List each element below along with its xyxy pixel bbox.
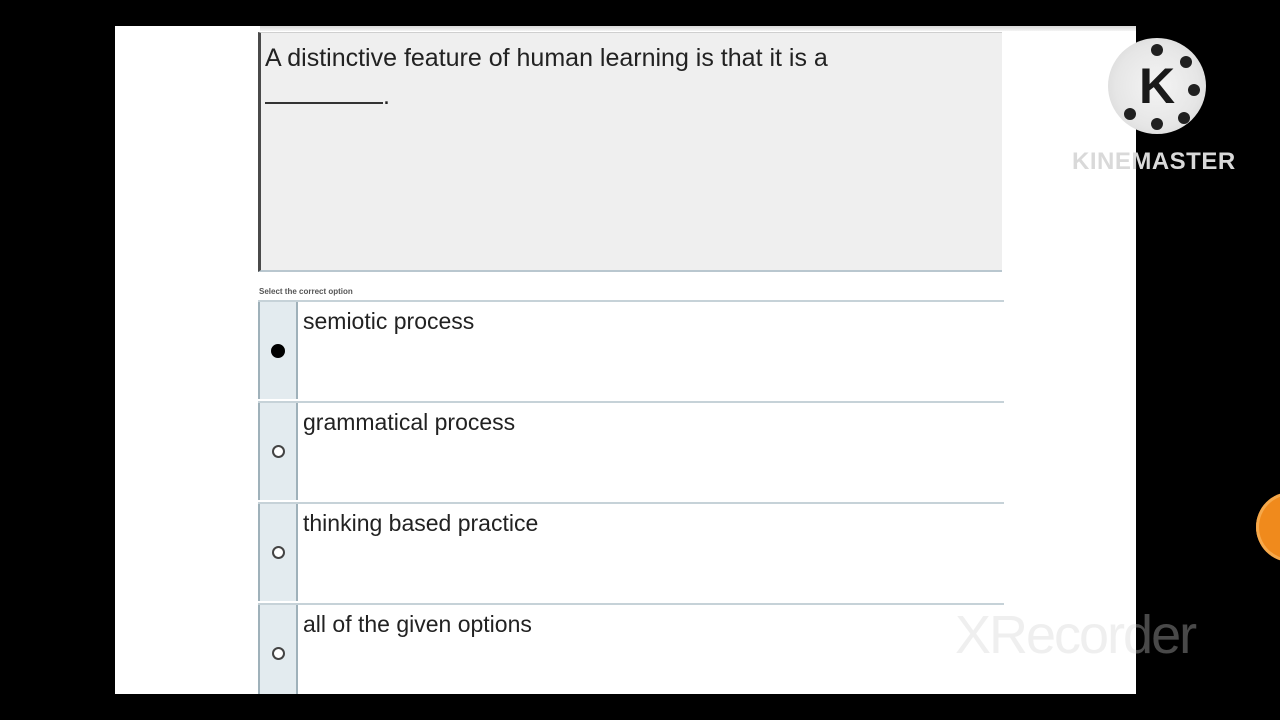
option-row-2[interactable]: grammatical process: [258, 401, 1004, 500]
logo-dot: [1151, 118, 1163, 130]
option-row-1[interactable]: semiotic process: [258, 300, 1004, 399]
option-label[interactable]: grammatical process: [298, 403, 1004, 500]
video-frame: A distinctive feature of human learning …: [0, 0, 1280, 720]
blank-suffix: .: [383, 82, 390, 110]
options-list: semiotic process grammatical process thi…: [258, 300, 1004, 694]
xrecorder-watermark: XRecorder: [955, 605, 1197, 665]
logo-dot: [1151, 44, 1163, 56]
option-row-4[interactable]: all of the given options: [258, 603, 1004, 694]
logo-dot: [1180, 56, 1192, 68]
option-label[interactable]: all of the given options: [298, 605, 1004, 694]
answer-blank: [265, 78, 383, 104]
radio-cell[interactable]: [258, 605, 298, 694]
logo-dot: [1178, 112, 1190, 124]
question-text: A distinctive feature of human learning …: [265, 39, 985, 115]
option-label[interactable]: thinking based practice: [298, 504, 1004, 601]
option-row-3[interactable]: thinking based practice: [258, 502, 1004, 601]
kinemaster-watermark: KINEMASTER: [1072, 148, 1236, 175]
radio-cell[interactable]: [258, 302, 298, 399]
logo-dot: [1124, 108, 1136, 120]
radio-empty-icon[interactable]: [271, 445, 285, 458]
kinemaster-letter: K: [1138, 58, 1176, 114]
options-caption: Select the correct option: [259, 287, 353, 296]
radio-cell[interactable]: [258, 403, 298, 500]
option-label[interactable]: semiotic process: [298, 302, 1004, 399]
radio-cell[interactable]: [258, 504, 298, 601]
radio-empty-icon[interactable]: [271, 647, 285, 660]
recorded-screen: A distinctive feature of human learning …: [115, 26, 1136, 694]
radio-selected-icon[interactable]: [271, 343, 285, 358]
radio-empty-icon[interactable]: [271, 546, 285, 559]
kinemaster-logo-icon: K: [1108, 38, 1206, 134]
question-statement: A distinctive feature of human learning …: [265, 44, 828, 72]
logo-dot: [1188, 84, 1200, 96]
floating-record-button[interactable]: [1256, 492, 1280, 562]
top-strip: [260, 26, 1136, 31]
question-box: A distinctive feature of human learning …: [258, 32, 1002, 272]
